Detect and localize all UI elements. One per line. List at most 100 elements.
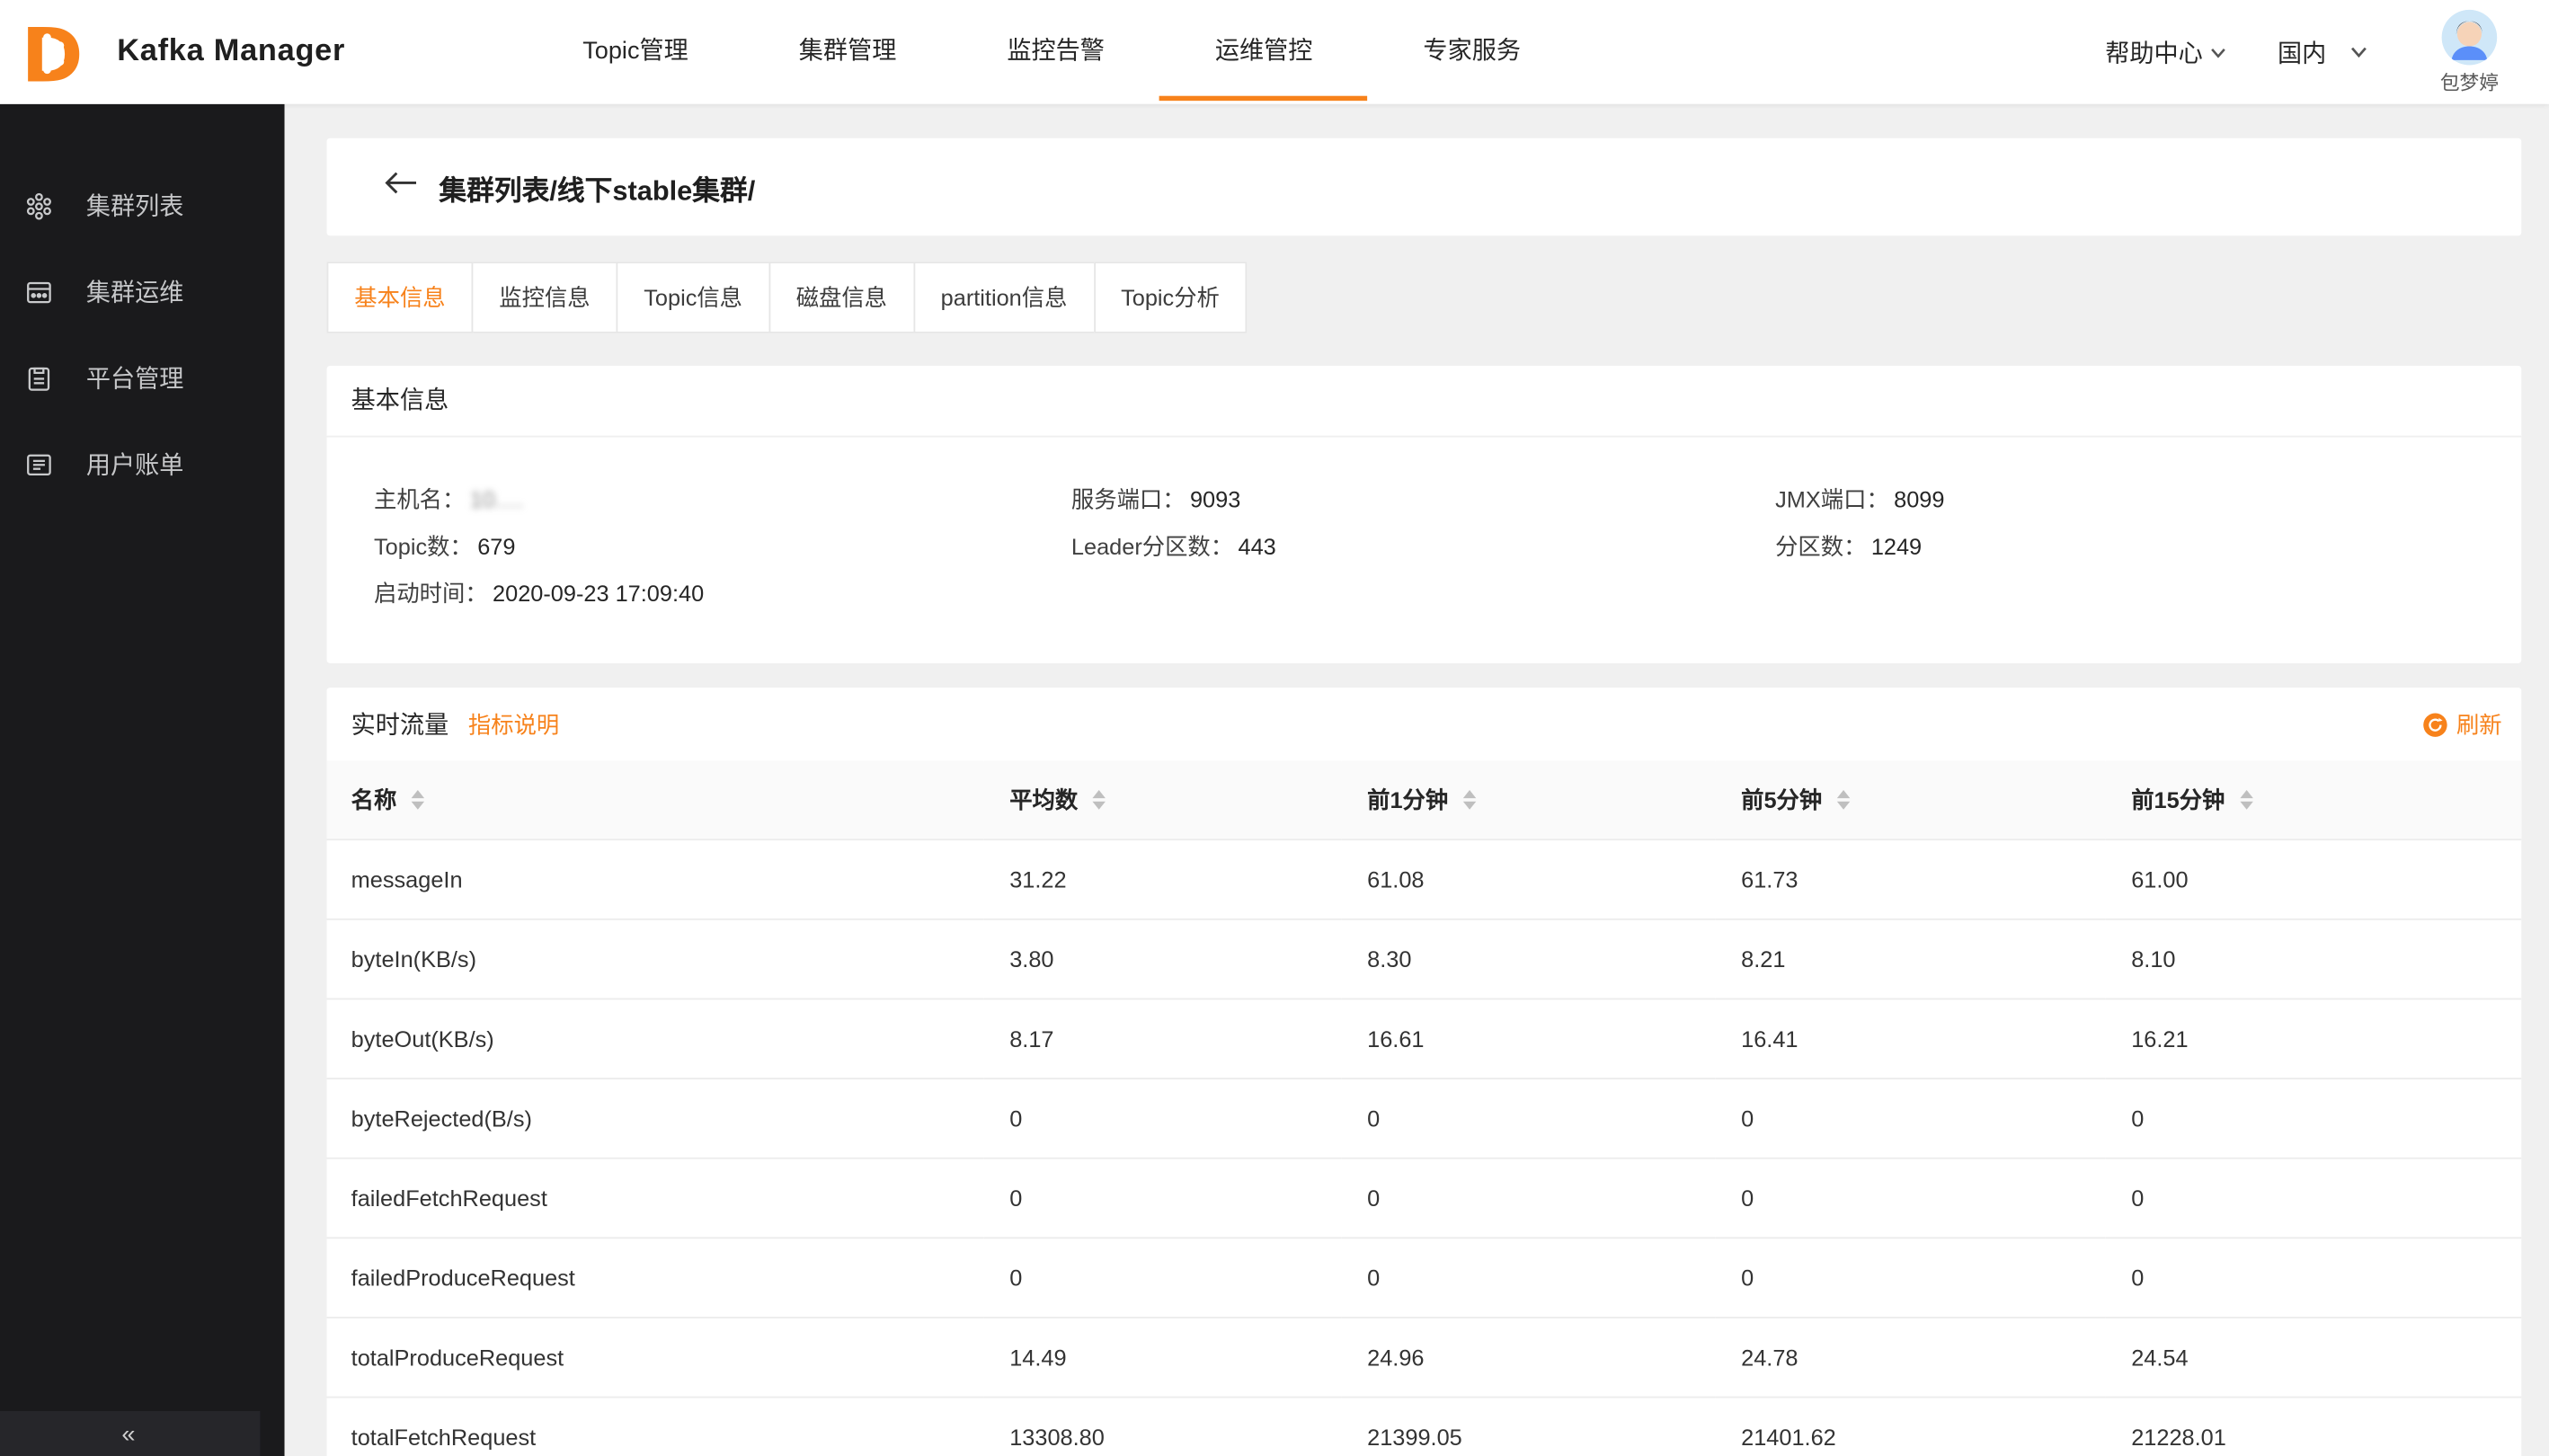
metric-value-cell: 8.30 xyxy=(1341,919,1715,999)
nav-item-topic-management[interactable]: Topic管理 xyxy=(528,0,744,104)
sidebar-item-label: 集群运维 xyxy=(86,275,184,309)
table-header-row: 名称 平均数前1分钟 前5分钟前15分钟 xyxy=(327,760,2522,839)
refresh-label: 刷新 xyxy=(2456,708,2502,741)
sidebar-item-user-billing[interactable]: 用户账单 xyxy=(0,421,285,507)
sidebar-item-cluster-ops[interactable]: 集群运维 xyxy=(0,249,285,335)
tab-monitor-info[interactable]: 监控信息 xyxy=(472,262,618,333)
back-button[interactable] xyxy=(384,171,418,203)
metric-name-cell: byteRejected(B/s) xyxy=(327,1078,984,1158)
table-row: totalProduceRequest14.4924.9624.7824.54 xyxy=(327,1317,2522,1397)
metric-value-cell: 61.00 xyxy=(2105,839,2521,919)
realtime-flow-panel: 实时流量 指标说明 刷新 名称平均数前1 xyxy=(327,688,2522,1456)
tab-disk-info[interactable]: 磁盘信息 xyxy=(768,262,915,333)
sidebar-item-platform-management[interactable]: 平台管理 xyxy=(0,335,285,422)
nav-item-monitor-alert[interactable]: 监控告警 xyxy=(952,0,1160,104)
metric-value-cell: 0 xyxy=(983,1237,1341,1317)
user-profile[interactable]: 包梦婷 xyxy=(2426,9,2514,95)
sort-icon xyxy=(2240,790,2252,810)
metric-value-cell: 24.78 xyxy=(1715,1317,2105,1397)
column-header-last-5min[interactable]: 前5分钟 xyxy=(1715,760,2105,839)
info-column: 服务端口：9093Leader分区数：443 xyxy=(1071,476,1775,617)
app-logo-icon: D xyxy=(16,14,91,89)
tab-topic-info[interactable]: Topic信息 xyxy=(616,262,769,333)
metric-name-cell: byteIn(KB/s) xyxy=(327,919,984,999)
tab-bar: 基本信息监控信息Topic信息磁盘信息partition信息Topic分析 xyxy=(327,262,2522,333)
table-row: messageIn31.2261.0861.7361.00 xyxy=(327,839,2522,919)
metric-name-cell: failedFetchRequest xyxy=(327,1158,984,1238)
sidebar-item-label: 平台管理 xyxy=(86,361,184,395)
user-avatar xyxy=(2442,9,2497,64)
sort-icon xyxy=(1092,790,1105,810)
metric-name-cell: byteOut(KB/s) xyxy=(327,999,984,1079)
sort-icon xyxy=(1836,790,1849,810)
sidebar-item-cluster-list[interactable]: 集群列表 xyxy=(0,163,285,249)
metric-value-cell: 16.41 xyxy=(1715,999,2105,1079)
metric-value-cell: 0 xyxy=(2105,1158,2521,1238)
svg-text:D: D xyxy=(22,14,84,89)
metric-value-cell: 0 xyxy=(983,1078,1341,1158)
column-label: 名称 xyxy=(351,783,397,815)
metric-name-cell: totalProduceRequest xyxy=(327,1317,984,1397)
table-row: byteRejected(B/s)0000 xyxy=(327,1078,2522,1158)
app-root: D Kafka Manager Topic管理集群管理监控告警运维管控专家服务 … xyxy=(0,0,2549,1456)
info-field-start-time: 启动时间：2020-09-23 17:09:40 xyxy=(374,571,1071,617)
column-header-last-1min[interactable]: 前1分钟 xyxy=(1341,760,1715,839)
nav-item-expert-service[interactable]: 专家服务 xyxy=(1368,0,1576,104)
field-value: 1249 xyxy=(1871,533,1922,559)
column-header-avg[interactable]: 平均数 xyxy=(983,760,1341,839)
app-title: Kafka Manager xyxy=(117,34,345,70)
billing-icon xyxy=(24,449,54,479)
realtime-flow-table: 名称 平均数前1分钟 前5分钟前15分钟 messageIn31.2261.0861… xyxy=(327,760,2522,1456)
tab-partition-info[interactable]: partition信息 xyxy=(913,262,1095,333)
region-menu[interactable]: 国内 xyxy=(2278,35,2370,69)
sidebar-item-label: 用户账单 xyxy=(86,447,184,481)
sidebar-collapse-button[interactable]: « xyxy=(0,1411,260,1456)
metric-help-link[interactable]: 指标说明 xyxy=(468,708,559,741)
field-label: 服务端口： xyxy=(1071,486,1186,512)
info-field-topic-count: Topic数：679 xyxy=(374,523,1071,570)
field-label: Topic数： xyxy=(374,533,473,559)
refresh-button[interactable]: 刷新 xyxy=(2422,708,2502,741)
field-value: 9093 xyxy=(1190,486,1240,512)
tab-basic-info[interactable]: 基本信息 xyxy=(327,262,474,333)
table-row: failedProduceRequest0000 xyxy=(327,1237,2522,1317)
top-nav: Topic管理集群管理监控告警运维管控专家服务 xyxy=(528,0,1576,104)
metric-value-cell: 8.21 xyxy=(1715,919,2105,999)
metric-value-cell: 13308.80 xyxy=(983,1397,1341,1456)
info-field-partition-count: 分区数：1249 xyxy=(1775,523,2521,570)
table-row: failedFetchRequest0000 xyxy=(327,1158,2522,1238)
metric-value-cell: 21228.01 xyxy=(2105,1397,2521,1456)
metric-value-cell: 16.21 xyxy=(2105,999,2521,1079)
region-label: 国内 xyxy=(2278,35,2326,69)
column-header-name[interactable]: 名称 xyxy=(327,760,984,839)
field-label: JMX端口： xyxy=(1775,486,1889,512)
nav-item-cluster-management[interactable]: 集群管理 xyxy=(743,0,952,104)
nav-item-ops-control[interactable]: 运维管控 xyxy=(1159,0,1368,104)
realtime-flow-title: 实时流量 xyxy=(351,707,449,741)
metric-value-cell: 0 xyxy=(1715,1237,2105,1317)
sort-icon xyxy=(1462,790,1475,810)
metric-name-cell: failedProduceRequest xyxy=(327,1237,984,1317)
metric-value-cell: 0 xyxy=(1715,1158,2105,1238)
metric-value-cell: 16.61 xyxy=(1341,999,1715,1079)
metric-value-cell: 8.17 xyxy=(983,999,1341,1079)
sidebar: 集群列表集群运维平台管理用户账单 « xyxy=(0,104,285,1456)
page-title: 集群列表/线下stable集群/ xyxy=(439,166,755,207)
realtime-flow-header: 实时流量 指标说明 刷新 xyxy=(327,688,2522,760)
column-header-last-15min[interactable]: 前15分钟 xyxy=(2105,760,2521,839)
metric-value-cell: 24.96 xyxy=(1341,1317,1715,1397)
info-field-jmx-port: JMX端口：8099 xyxy=(1775,476,2521,523)
metric-name-cell: messageIn xyxy=(327,839,984,919)
metric-value-cell: 61.08 xyxy=(1341,839,1715,919)
metric-value-cell: 0 xyxy=(1715,1078,2105,1158)
tab-topic-analysis[interactable]: Topic分析 xyxy=(1093,262,1247,333)
metric-name-cell: totalFetchRequest xyxy=(327,1397,984,1456)
main-content: 集群列表/线下stable集群/ 基本信息监控信息Topic信息磁盘信息part… xyxy=(285,104,2549,1456)
column-label: 前1分钟 xyxy=(1367,783,1448,815)
table-row: byteOut(KB/s)8.1716.6116.4116.21 xyxy=(327,999,2522,1079)
arrow-left-icon xyxy=(384,171,418,203)
refresh-circle-icon xyxy=(2422,711,2448,737)
column-label: 前15分钟 xyxy=(2131,783,2225,815)
metric-value-cell: 0 xyxy=(2105,1237,2521,1317)
help-center-menu[interactable]: 帮助中心 xyxy=(2105,35,2228,69)
